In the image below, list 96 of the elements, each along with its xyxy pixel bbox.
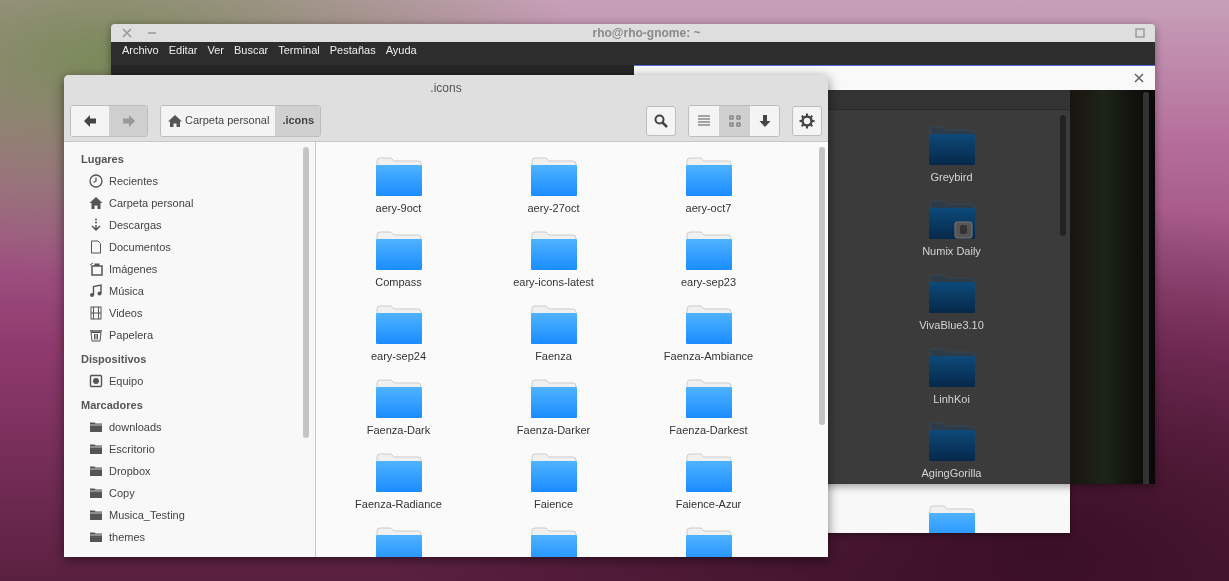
folder-icon [374,453,423,493]
folder-name: VivaBlue3.10 [919,317,984,333]
menu-item[interactable]: Ver [202,42,229,59]
sidebar-item[interactable]: Dropbox [81,460,315,482]
menu-item[interactable]: Buscar [228,42,274,59]
sidebar-item[interactable]: Documentos [81,236,315,258]
maximize-icon[interactable] [1135,28,1145,38]
search-button[interactable] [646,105,676,136]
window-title: .icons [64,75,828,100]
folder-icon [89,464,103,478]
folder-name: Faience [533,497,574,512]
sidebar-item[interactable]: downloads [81,416,315,438]
sidebar-item[interactable]: Carpeta personal [81,192,315,214]
folder-name: Faenza [535,349,572,364]
sidebar-item[interactable]: Música [81,280,315,302]
folder-name: Faience-Azur [675,497,742,512]
folder-icon [529,305,578,345]
folder-name: aery-27oct [527,201,580,216]
folder-icon [89,420,103,434]
search-icon [654,113,668,128]
folder-icon [374,231,423,271]
settings-icon [799,112,815,129]
sort-button[interactable] [749,105,779,136]
folder-name: AgingGorilla [921,465,982,481]
drive-icon [89,374,103,388]
locked-folder-icon [927,199,976,240]
folder-icon [374,305,423,345]
grid-icon [727,113,742,128]
menu-item[interactable]: Archivo [117,42,164,59]
arrow-icon [83,113,97,128]
folder-name: Faenza-Radiance [355,497,442,512]
section-heading: Lugares [81,151,125,167]
film-icon [89,306,103,320]
music-icon [89,284,103,298]
menu-item[interactable]: Ayuda [380,42,422,59]
menu-item[interactable]: Terminal [273,42,325,59]
sidebar-item[interactable]: Equipo [81,370,315,392]
document-icon [89,240,103,254]
folder-icon [89,442,103,456]
sidebar-item[interactable]: Recientes [81,170,315,192]
list-icon [697,113,711,128]
trash-icon [89,328,103,342]
folder-icon [684,305,733,345]
folder-icon [89,486,103,500]
folder-name: Faenza-Darkest [669,423,748,438]
folder-icon [927,421,976,462]
folder-icon [927,273,976,314]
sidebar-item[interactable]: themes [81,526,315,548]
folder-icon [684,231,733,271]
folder-name: Faenza-Dark [366,423,431,438]
folder-icon [374,157,423,197]
folder-icon [529,379,578,419]
folder-name: Faenza-Darker [516,423,591,438]
home-icon [89,196,103,210]
folder-name: eary-sep24 [370,349,426,364]
sidebar-item[interactable]: Musica_Testing [81,504,315,526]
folder-icon [927,347,976,388]
folder-name: Faenza-Ambiance [663,349,754,364]
arrow-icon [121,113,136,128]
down-arrow-icon [757,113,772,128]
window-title: rho@rho-gnome: ~ [591,25,702,42]
download-icon [89,218,103,232]
folder-name: Numix Daily [922,243,981,259]
folder-name: LinhKoi [933,391,970,407]
folder-icon [927,125,976,166]
sidebar-item[interactable]: Escritorio [81,438,315,460]
folder-name: aery-oct7 [685,201,732,216]
folder-name: Greybird [930,169,973,185]
folder-icon [529,231,578,271]
folder-name: Compass [375,275,422,290]
path-button[interactable]: .icons [275,105,321,136]
sidebar-item[interactable]: Imágenes [81,258,315,280]
folder-icon [529,157,578,197]
settings-button[interactable] [792,105,822,136]
folder-icon [529,453,578,493]
home-icon [167,113,183,128]
folder-icon [374,379,423,419]
menu-item[interactable]: Editar [163,42,203,59]
menu-item[interactable]: Pestañas [324,42,381,59]
folder-icon [684,157,733,197]
folder-name: eary-icons-latest [513,275,594,290]
folder-name: eary-sep23 [680,275,736,290]
clock-icon [89,174,103,188]
folder-icon [684,453,733,493]
sidebar-item[interactable]: Papelera [81,324,315,346]
sidebar-item[interactable]: Copy [81,482,315,504]
folder-icon [89,530,103,544]
close-icon[interactable] [1133,71,1145,84]
sidebar-item[interactable]: Descargas [81,214,315,236]
section-heading: Marcadores [81,397,144,413]
folder-name: aery-9oct [375,201,422,216]
section-heading: Dispositivos [81,351,148,367]
picture-icon [89,262,103,276]
sidebar-item[interactable]: Videos [81,302,315,324]
folder-icon [684,379,733,419]
folder-icon [89,508,103,522]
